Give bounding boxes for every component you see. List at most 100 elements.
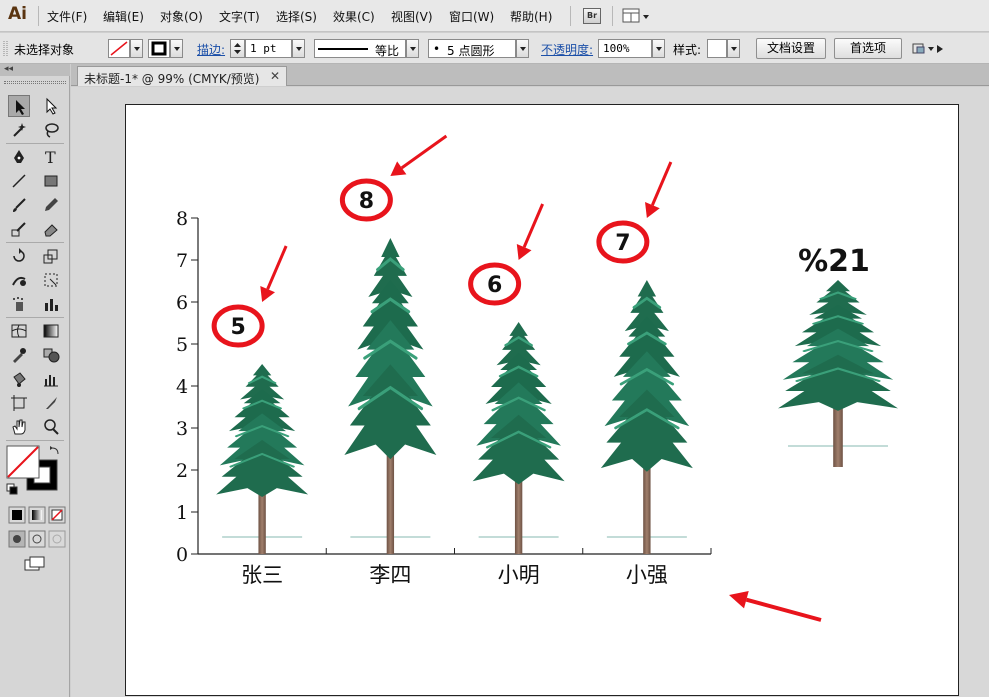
grip-icon <box>3 41 8 57</box>
color-mode-buttons[interactable] <box>8 506 66 524</box>
opacity-label[interactable]: 不透明度: <box>541 41 593 58</box>
menu-window[interactable]: 窗口(W) <box>449 8 494 25</box>
legend-label: %21 <box>798 244 870 279</box>
opacity-dropdown-arrow[interactable] <box>652 39 665 58</box>
eraser-tool-icon[interactable] <box>40 218 62 240</box>
column-graph-tool-icon[interactable] <box>40 293 62 315</box>
menu-edit[interactable]: 编辑(E) <box>103 8 144 25</box>
category-label: 小明 <box>498 563 540 587</box>
menu-view[interactable]: 视图(V) <box>391 8 433 25</box>
artboard[interactable]: 0 1 2 3 4 5 6 7 8 张三 5 李四 8 小明 6 小强 7 %21 <box>125 104 959 696</box>
document-tab[interactable]: 未标题-1* @ 99% (CMYK/预览) ✕ <box>77 66 287 86</box>
stroke-label[interactable]: 描边: <box>197 41 225 58</box>
style-swatch[interactable] <box>707 39 727 58</box>
magic-wand-tool-icon[interactable] <box>8 119 30 141</box>
scale-tool-icon[interactable] <box>40 245 62 267</box>
hand-tool-icon[interactable] <box>8 416 30 438</box>
direct-selection-tool-icon[interactable] <box>40 95 62 117</box>
fill-stroke-color-widget[interactable] <box>5 444 65 498</box>
value-label: 5 <box>230 315 245 340</box>
menu-file[interactable]: 文件(F) <box>47 8 87 25</box>
annotation-arrow <box>266 245 288 290</box>
canvas-area[interactable]: 0 1 2 3 4 5 6 7 8 张三 5 李四 8 小明 6 小强 7 %21 <box>71 87 989 697</box>
menu-type[interactable]: 文字(T) <box>219 8 260 25</box>
annotation-arrow <box>651 161 673 206</box>
menu-select[interactable]: 选择(S) <box>276 8 317 25</box>
panel-grip[interactable] <box>4 81 66 84</box>
category-label: 李四 <box>369 563 411 587</box>
menu-separator <box>570 6 571 26</box>
selection-tool-icon[interactable] <box>8 95 30 117</box>
symbol-sprayer-tool-icon[interactable] <box>8 293 30 315</box>
annotation-arrowhead <box>729 591 749 609</box>
drawing-mode-buttons[interactable] <box>8 530 66 548</box>
blob-brush-tool-icon[interactable] <box>8 218 30 240</box>
brush-select[interactable]: • 5 点圆形 <box>428 39 516 58</box>
screen-mode-icon[interactable] <box>24 556 46 572</box>
slice-tool-icon[interactable] <box>40 392 62 414</box>
control-bar: 未选择对象 描边: 1 pt 等比 • 5 点圆形 不透明度: 100% 样式:… <box>0 33 989 64</box>
annotation-arrowhead <box>390 161 407 176</box>
stroke-profile-select[interactable]: 等比 <box>314 39 406 58</box>
tree-bar <box>471 320 567 556</box>
arrange-icon[interactable] <box>912 41 944 57</box>
y-tick-label: 2 <box>176 460 188 482</box>
arrange-documents-icon[interactable] <box>622 7 652 25</box>
pictograph-chart[interactable]: 0 1 2 3 4 5 6 7 8 张三 5 李四 8 小明 6 小强 7 %21 <box>126 105 960 697</box>
document-setup-button[interactable]: 文档设置 <box>756 38 826 59</box>
paintbrush-tool-icon[interactable] <box>8 194 30 216</box>
y-tick-label: 6 <box>176 292 188 314</box>
legend-tree <box>776 278 900 469</box>
eyedropper-tool-icon[interactable] <box>8 344 30 366</box>
fill-swatch[interactable] <box>108 39 130 58</box>
annotation-arrow <box>522 203 545 248</box>
rotate-tool-icon[interactable] <box>8 245 30 267</box>
rectangle-tool-icon[interactable] <box>40 170 62 192</box>
menu-separator <box>612 6 613 26</box>
svg-text:T: T <box>45 148 56 166</box>
tools-panel: ◂◂ T <box>0 64 70 697</box>
menu-help[interactable]: 帮助(H) <box>510 8 552 25</box>
blend-tool-icon[interactable] <box>40 344 62 366</box>
tree-bar <box>342 236 438 556</box>
bar-graph-tool-icon[interactable] <box>40 368 62 390</box>
live-paint-bucket-tool-icon[interactable] <box>8 368 30 390</box>
preferences-button[interactable]: 首选项 <box>834 38 902 59</box>
mesh-tool-icon[interactable] <box>8 320 30 342</box>
close-icon[interactable]: ✕ <box>270 69 280 83</box>
gradient-tool-icon[interactable] <box>40 320 62 342</box>
y-tick-label: 1 <box>176 502 188 524</box>
menu-effect[interactable]: 效果(C) <box>333 8 375 25</box>
style-label: 样式: <box>673 43 702 57</box>
y-tick-label: 0 <box>176 544 188 566</box>
pencil-tool-icon[interactable] <box>40 194 62 216</box>
menu-object[interactable]: 对象(O) <box>160 8 203 25</box>
type-tool-icon[interactable]: T <box>40 146 62 168</box>
stroke-weight-stepper[interactable] <box>230 39 245 58</box>
y-tick-label: 7 <box>176 250 188 272</box>
warp-tool-icon[interactable] <box>8 269 30 291</box>
fill-dropdown-arrow[interactable] <box>130 39 143 58</box>
app-logo: Ai <box>8 4 27 24</box>
menu-separator <box>38 6 39 26</box>
pen-tool-icon[interactable] <box>8 146 30 168</box>
category-label: 张三 <box>241 563 283 587</box>
opacity-input[interactable]: 100% <box>598 39 652 58</box>
annotation-arrow <box>745 597 822 622</box>
brush-dot-icon: • <box>433 42 441 56</box>
collapse-panel-icon[interactable]: ◂◂ <box>0 64 70 76</box>
lasso-tool-icon[interactable] <box>40 119 62 141</box>
line-tool-icon[interactable] <box>8 170 30 192</box>
free-transform-tool-icon[interactable] <box>40 269 62 291</box>
stroke-weight-dropdown-arrow[interactable] <box>292 39 305 58</box>
zoom-tool-icon[interactable] <box>40 416 62 438</box>
y-tick-label: 5 <box>176 334 188 356</box>
stroke-weight-input[interactable]: 1 pt <box>245 39 292 58</box>
stroke-profile-dropdown-arrow[interactable] <box>406 39 419 58</box>
brush-dropdown-arrow[interactable] <box>516 39 529 58</box>
stroke-dropdown-arrow[interactable] <box>170 39 183 58</box>
bridge-button[interactable]: Br <box>583 8 601 24</box>
artboard-tool-icon[interactable] <box>8 392 30 414</box>
stroke-swatch[interactable] <box>148 39 170 58</box>
style-dropdown-arrow[interactable] <box>727 39 740 58</box>
